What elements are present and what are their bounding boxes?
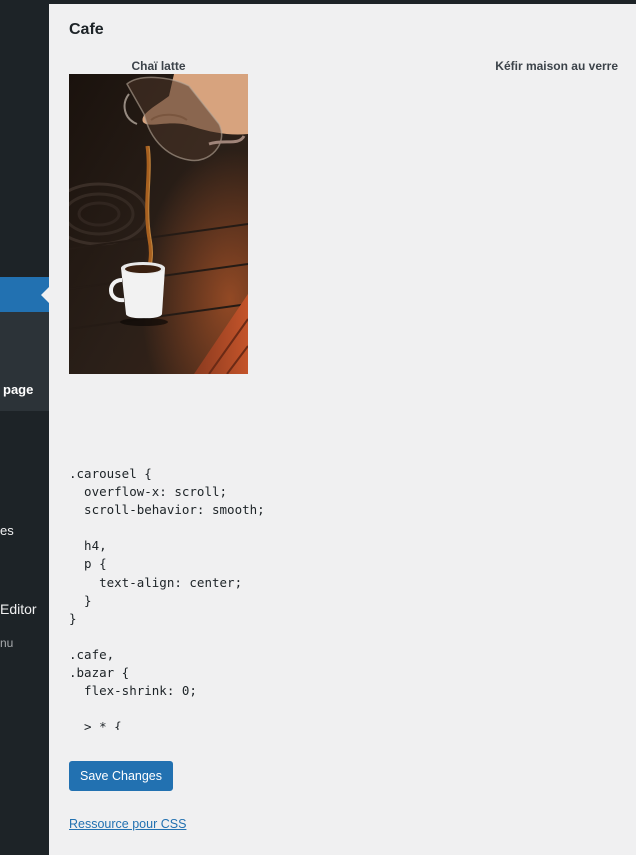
css-resource-link[interactable]: Ressource pour CSS [69,817,186,831]
save-changes-button[interactable]: Save Changes [69,761,174,791]
main-content: Cafe Chaï latte Kéfir maison au verre .c… [49,4,636,855]
sidebar-subitem-page[interactable]: page [3,382,33,397]
coffee-pour-photo [69,74,248,374]
sidebar-item-es[interactable]: es [0,523,14,538]
card-title-kefir: Kéfir maison au verre [495,59,618,73]
sidebar-active-pointer [41,287,49,303]
custom-css-code[interactable]: .carousel { overflow-x: scroll; scroll-b… [69,465,609,730]
sidebar-item-editor[interactable]: Editor [0,601,37,617]
sidebar-item-nu[interactable]: nu [0,636,13,650]
card-title-chai-latte: Chaï latte [131,59,186,73]
page-title: Cafe [69,21,104,38]
admin-sidebar: page es Editor nu [0,0,49,855]
